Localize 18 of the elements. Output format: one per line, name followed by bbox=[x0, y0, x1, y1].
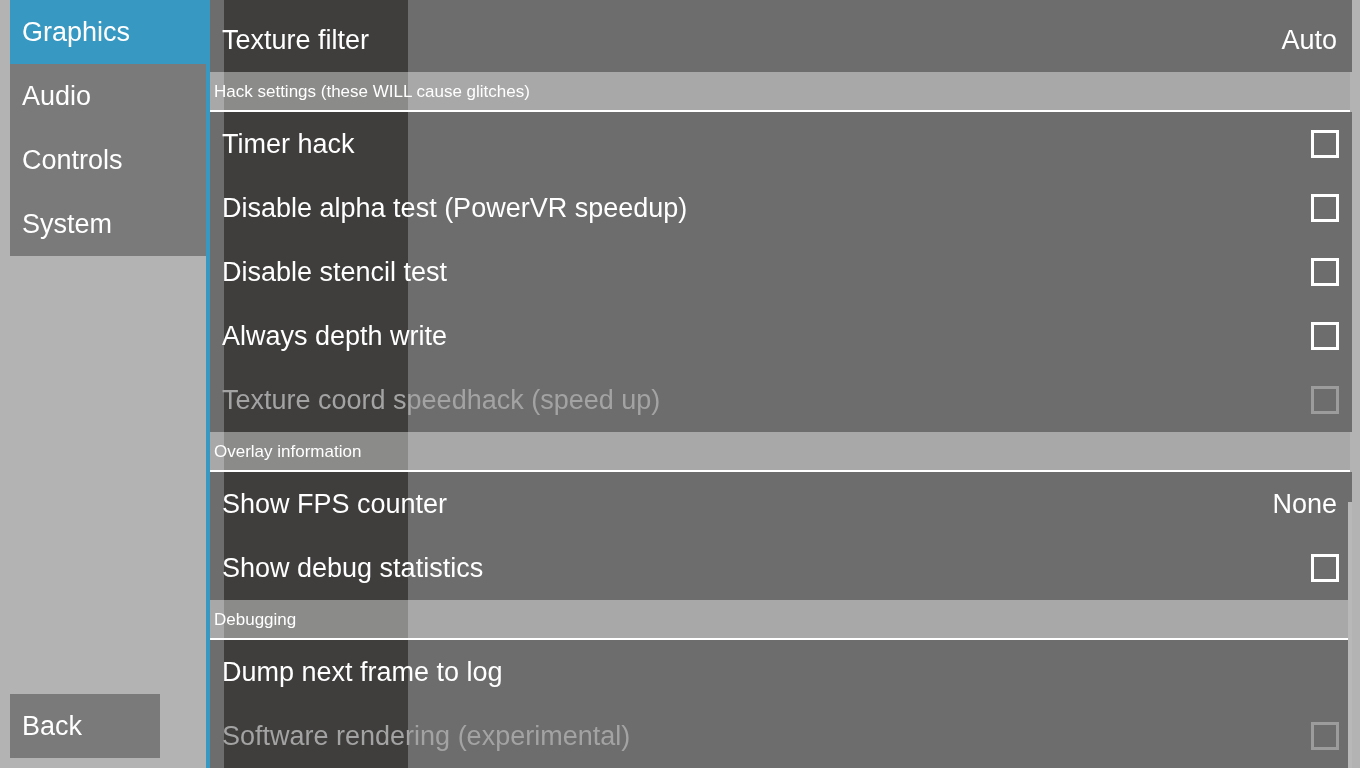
setting-label[interactable]: Timer hack bbox=[222, 128, 355, 160]
setting-label[interactable]: Show debug statistics bbox=[222, 552, 484, 584]
section-header: Overlay information bbox=[210, 432, 1350, 472]
section-header: Hack settings (these WILL cause glitches) bbox=[210, 72, 1350, 112]
back-button[interactable]: Back bbox=[10, 694, 160, 758]
setting-label[interactable]: Texture filter bbox=[222, 24, 370, 56]
sidebar-tab[interactable]: Controls bbox=[10, 128, 206, 192]
setting-label[interactable]: Disable stencil test bbox=[222, 256, 448, 288]
sidebar-tab[interactable]: Audio bbox=[10, 64, 206, 128]
setting-label[interactable]: Show FPS counter bbox=[222, 488, 448, 520]
setting-label[interactable]: Dump next frame to log bbox=[222, 656, 503, 688]
setting-label[interactable]: Always depth write bbox=[222, 320, 448, 352]
section-header: Debugging bbox=[210, 600, 1350, 640]
setting-value[interactable]: None bbox=[1272, 488, 1337, 520]
scrollbar-thumb[interactable] bbox=[1348, 502, 1352, 768]
setting-value[interactable]: Auto bbox=[1281, 24, 1337, 56]
sidebar-tab[interactable]: Graphics bbox=[10, 0, 206, 64]
sidebar-tab[interactable]: System bbox=[10, 192, 206, 256]
